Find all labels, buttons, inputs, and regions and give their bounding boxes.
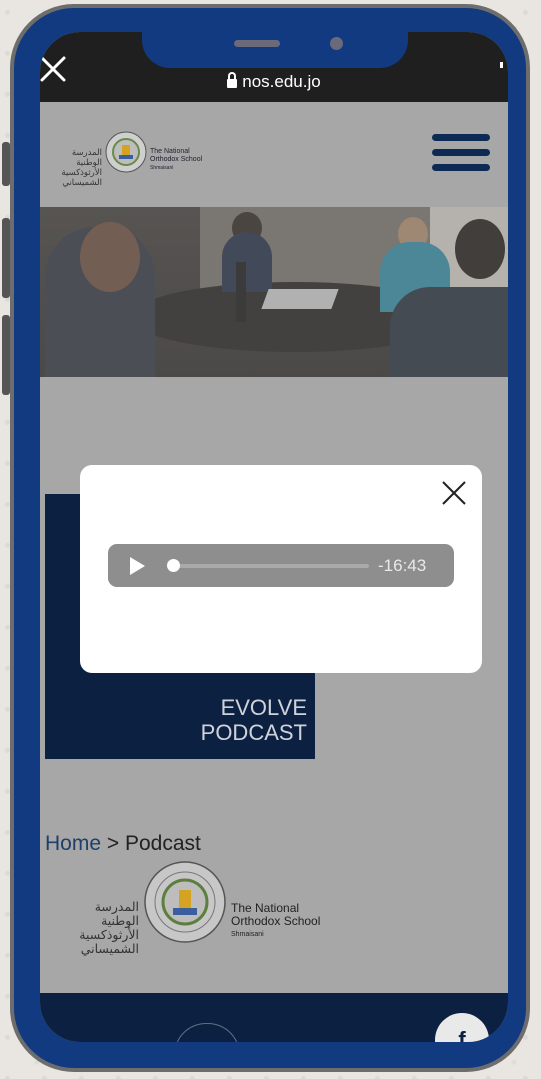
close-icon[interactable] — [441, 480, 467, 506]
audio-progress-bar[interactable] — [169, 564, 369, 568]
footer-logo-english-text: The National Orthodox School Shmaisani — [231, 902, 320, 941]
hero-image — [40, 207, 508, 377]
speaker-grille — [234, 40, 280, 47]
school-seal-icon — [105, 131, 147, 173]
footer-logo-arabic-text: المدرسة الوطنية الأرثوذكسية الشميساني — [43, 900, 139, 956]
footer-logo-subtitle: Shmaisani — [231, 931, 264, 938]
banner-line-2: PODCAST — [200, 720, 307, 745]
logo-english-line: Orthodox School — [150, 156, 203, 163]
podcast-banner-title: EVOLVE PODCAST — [201, 695, 307, 745]
footer-seal-icon — [174, 1023, 240, 1042]
school-logo[interactable]: المدرسة الوطنية الأرثوذكسية الشميساني Th… — [46, 128, 206, 188]
facebook-icon[interactable]: f — [435, 1013, 489, 1042]
school-seal-icon — [144, 861, 226, 943]
breadcrumb-home-link[interactable]: Home — [45, 832, 101, 855]
lock-icon — [227, 72, 238, 88]
volume-down-button — [2, 315, 10, 395]
footer-logo-arabic-line: الوطنية الأرثوذكسية — [79, 913, 139, 942]
logo-subtitle: Shmaisani — [150, 165, 174, 171]
audio-remaining-time: -16:43 — [378, 556, 427, 575]
site-footer: f — [40, 993, 508, 1042]
audio-player: -16:43 — [108, 544, 454, 587]
logo-english-line: The National — [150, 148, 190, 155]
status-indicator — [500, 62, 503, 68]
play-icon[interactable] — [130, 557, 145, 575]
phone-screen: nos.edu.jo المدرسة الوطنية الأرثوذكسية ا… — [40, 32, 508, 1042]
logo-arabic-text: المدرسة الوطنية الأرثوذكسية الشميساني — [46, 148, 102, 188]
footer-school-logo[interactable]: المدرسة الوطنية الأرثوذكسية الشميساني Th… — [43, 860, 343, 956]
footer-logo-english-line: Orthodox School — [231, 914, 321, 928]
logo-arabic-line: الوطنية الأرثوذكسية — [61, 158, 102, 178]
site-header: المدرسة الوطنية الأرثوذكسية الشميساني Th… — [40, 102, 508, 207]
footer-logo-arabic-line: الشميساني — [80, 941, 139, 956]
phone-notch — [142, 24, 408, 68]
logo-arabic-line: المدرسة — [71, 148, 102, 158]
breadcrumb-current: Podcast — [124, 832, 201, 855]
volume-up-button — [2, 218, 10, 298]
menu-icon[interactable] — [432, 134, 490, 174]
breadcrumb-separator: > — [106, 832, 120, 855]
footer-logo-arabic-line: المدرسة — [94, 899, 139, 914]
mute-switch — [2, 142, 10, 186]
audio-seek-handle[interactable] — [167, 559, 180, 572]
breadcrumb: Home > Podcast — [45, 832, 201, 856]
banner-line-1: EVOLVE — [220, 695, 307, 720]
url-text: nos.edu.jo — [242, 72, 321, 91]
address-bar[interactable]: nos.edu.jo — [40, 72, 508, 92]
logo-english-text: The National Orthodox School Shmaisani — [150, 148, 202, 172]
logo-arabic-line: الشميساني — [62, 178, 102, 188]
audio-modal: -16:43 — [80, 465, 482, 673]
camera-icon — [330, 37, 343, 50]
